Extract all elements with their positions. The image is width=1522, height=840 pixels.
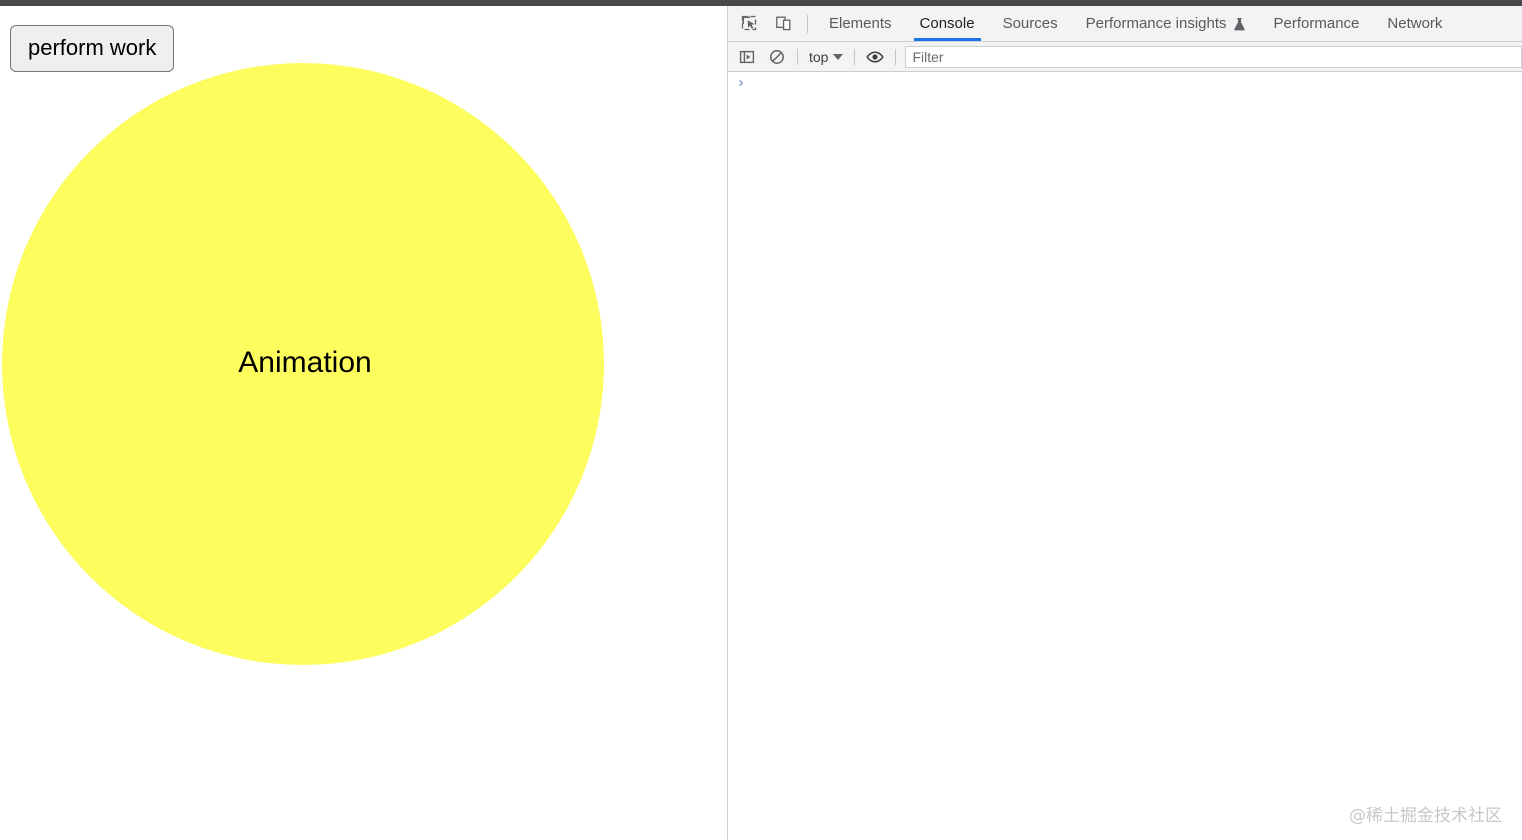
tab-network[interactable]: Network xyxy=(1373,6,1456,41)
device-toolbar-glyph xyxy=(775,16,790,31)
device-toolbar-icon[interactable] xyxy=(766,6,800,41)
clear-console-glyph xyxy=(770,49,784,64)
animation-circle: Animation xyxy=(2,63,604,665)
console-prompt-input[interactable] xyxy=(754,75,1522,93)
tab-elements-label: Elements xyxy=(829,15,892,32)
tab-console[interactable]: Console xyxy=(906,6,989,41)
tab-performance-insights-label: Performance insights xyxy=(1085,15,1227,32)
console-sidebar-icon[interactable] xyxy=(732,44,762,70)
inspect-element-icon[interactable] xyxy=(732,6,766,41)
console-toolbar: top xyxy=(728,42,1522,72)
clear-console-icon[interactable] xyxy=(762,44,792,70)
tabbar-separator xyxy=(807,14,808,33)
console-sidebar-glyph xyxy=(739,50,755,63)
tab-performance-insights[interactable]: Performance insights xyxy=(1072,6,1260,41)
console-context-selector[interactable]: top xyxy=(803,46,849,68)
animation-circle-label: Animation xyxy=(238,346,372,379)
tab-console-label: Console xyxy=(919,15,975,32)
console-output-area[interactable]: › xyxy=(728,72,1522,840)
browser-top-strip xyxy=(0,0,1522,6)
tab-sources[interactable]: Sources xyxy=(989,6,1072,41)
web-page-viewport: perform work Animation xyxy=(0,6,727,840)
tab-performance[interactable]: Performance xyxy=(1260,6,1374,41)
inspect-element-glyph xyxy=(741,15,756,31)
console-prompt-row[interactable]: › xyxy=(728,72,1522,94)
perform-work-button[interactable]: perform work xyxy=(10,25,175,72)
chevron-down-icon xyxy=(833,53,844,60)
console-toolbar-separator-3 xyxy=(895,48,897,65)
tab-network-label: Network xyxy=(1387,15,1443,32)
flask-glyph xyxy=(1233,17,1245,30)
tab-sources-label: Sources xyxy=(1002,15,1058,32)
console-filter-input[interactable] xyxy=(905,45,1522,68)
devtools-panel: Elements Console Sources Performance ins… xyxy=(727,6,1522,840)
devtools-tab-bar: Elements Console Sources Performance ins… xyxy=(728,6,1522,42)
console-toolbar-separator-1 xyxy=(797,48,798,65)
flask-icon xyxy=(1233,17,1246,31)
watermark-text: @稀土掘金技术社区 xyxy=(1349,806,1502,826)
eye-glyph xyxy=(866,50,885,63)
tab-elements[interactable]: Elements xyxy=(815,6,906,41)
console-prompt-chevron-icon: › xyxy=(738,74,744,91)
console-toolbar-separator-2 xyxy=(854,48,856,65)
console-context-label: top xyxy=(809,48,829,65)
screen-root: perform work Animation Elements Console … xyxy=(0,0,1522,840)
live-expression-eye-icon[interactable] xyxy=(860,44,890,70)
tab-performance-label: Performance xyxy=(1273,15,1360,32)
